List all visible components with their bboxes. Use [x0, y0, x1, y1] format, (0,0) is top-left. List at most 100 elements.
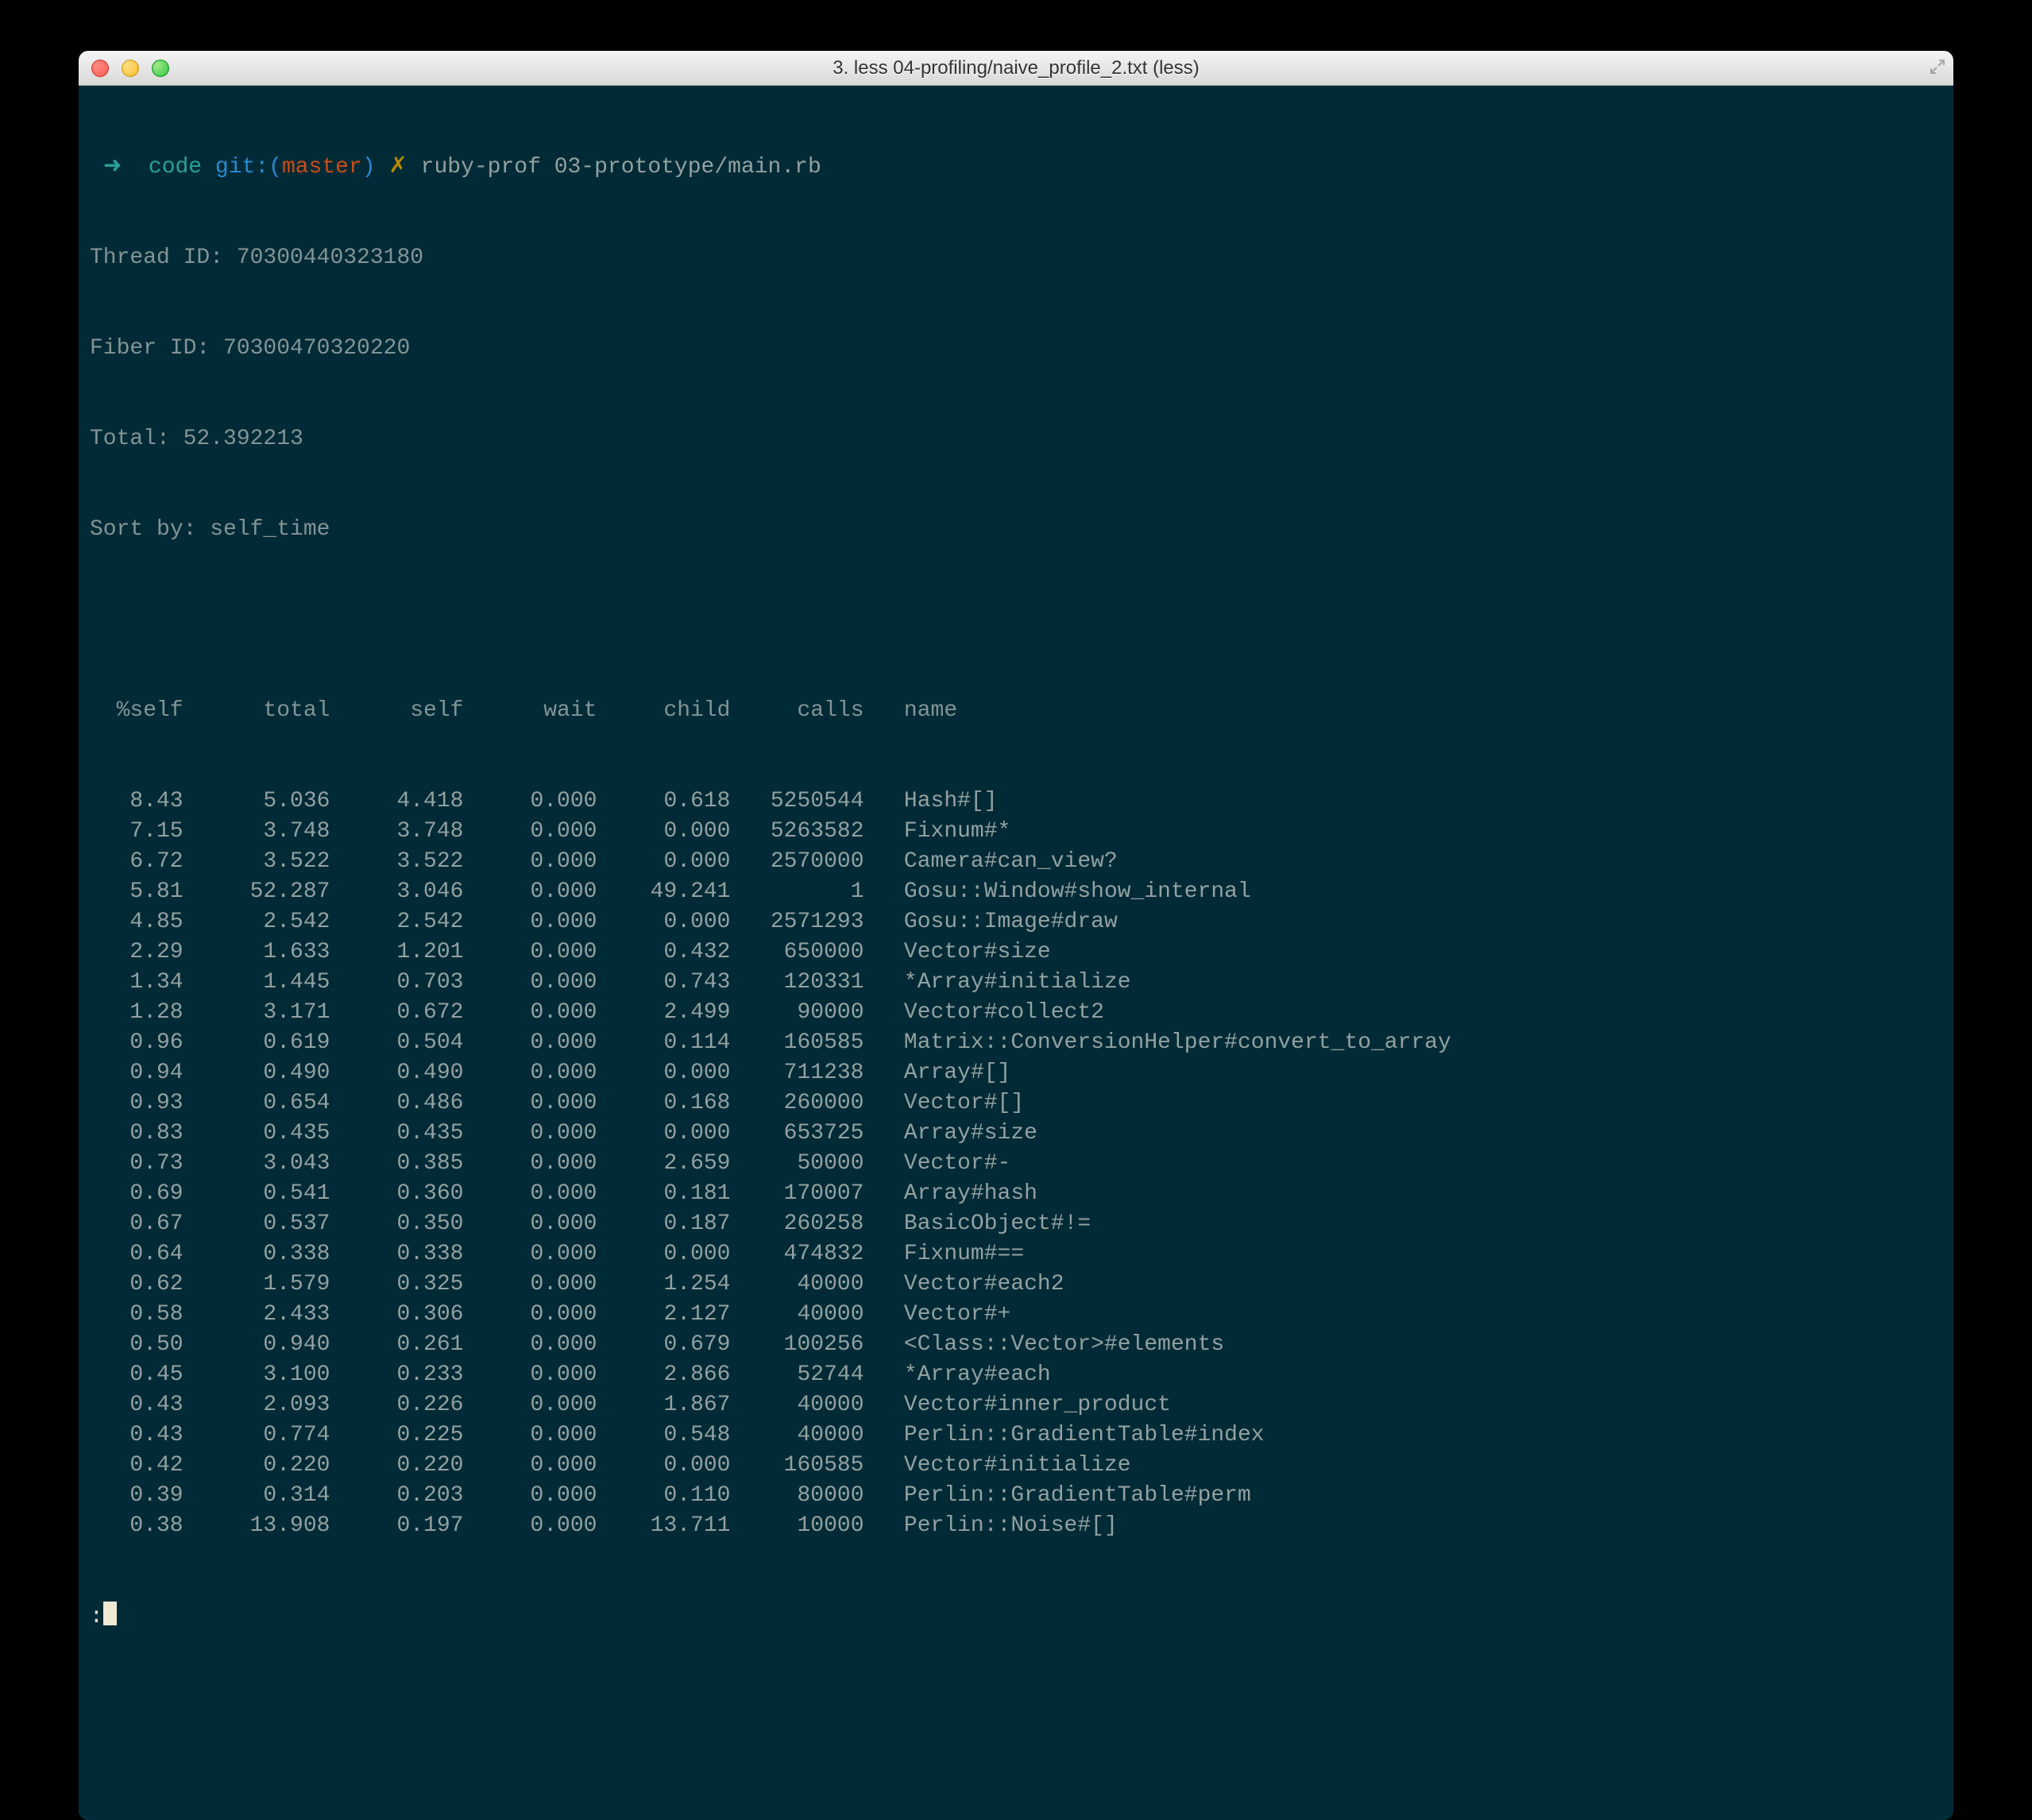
- cell-wait: 0.000: [463, 907, 597, 937]
- cell-calls: 653725: [730, 1119, 863, 1149]
- cell-total: 0.654: [183, 1088, 330, 1119]
- cell-self: 0.233: [330, 1360, 463, 1390]
- cell-name: Fixnum#*: [864, 817, 1011, 847]
- cell-total: 3.522: [183, 847, 330, 877]
- cell-calls: 650000: [730, 937, 863, 968]
- cell-wait: 0.000: [463, 968, 597, 998]
- title-bar[interactable]: 3. less 04-profiling/naive_profile_2.txt…: [79, 51, 1953, 86]
- table-row: 5.8152.2873.0460.00049.2411Gosu::Window#…: [90, 877, 1942, 907]
- less-status-line[interactable]: :: [90, 1602, 1942, 1633]
- cell-child: 0.114: [597, 1028, 730, 1058]
- cell-total: 0.338: [183, 1239, 330, 1269]
- cell-total: 1.579: [183, 1269, 330, 1300]
- cell-wait: 0.000: [463, 1209, 597, 1239]
- cell-total: 52.287: [183, 877, 330, 907]
- cell-wait: 0.000: [463, 1028, 597, 1058]
- cell-self: 0.226: [330, 1390, 463, 1420]
- cell-total: 3.100: [183, 1360, 330, 1390]
- cell-total: 0.541: [183, 1179, 330, 1209]
- col-calls: calls: [730, 696, 863, 726]
- cell-self: 0.325: [330, 1269, 463, 1300]
- cell-child: 1.867: [597, 1390, 730, 1420]
- table-row: 0.940.4900.4900.0000.000711238Array#[]: [90, 1058, 1942, 1088]
- cell-wait: 0.000: [463, 1481, 597, 1511]
- cell-child: 0.432: [597, 937, 730, 968]
- cell-child: 1.254: [597, 1269, 730, 1300]
- cell-calls: 80000: [730, 1481, 863, 1511]
- cell-wait: 0.000: [463, 877, 597, 907]
- command-text: ruby-prof 03-prototype/main.rb: [421, 155, 821, 180]
- cell-name: Camera#can_view?: [864, 847, 1118, 877]
- cell-self: 0.703: [330, 968, 463, 998]
- table-row: 2.291.6331.2010.0000.432650000Vector#siz…: [90, 937, 1942, 968]
- terminal-viewport[interactable]: ➜ code git:(master) ✗ ruby-prof 03-proto…: [79, 86, 1953, 1820]
- cell-child: 0.168: [597, 1088, 730, 1119]
- cell-total: 3.043: [183, 1149, 330, 1179]
- col-wait: wait: [463, 696, 597, 726]
- cell-self_pct: 0.64: [90, 1239, 183, 1269]
- cell-name: Vector#initialize: [864, 1451, 1131, 1481]
- git-branch: master: [282, 155, 362, 180]
- cell-self: 0.203: [330, 1481, 463, 1511]
- cell-self: 3.522: [330, 847, 463, 877]
- cell-child: 0.000: [597, 847, 730, 877]
- cell-name: Perlin::GradientTable#index: [864, 1420, 1265, 1451]
- shell-prompt: ➜ code git:(master) ✗ ruby-prof 03-proto…: [90, 153, 1942, 183]
- minimize-icon[interactable]: [122, 60, 139, 77]
- cell-child: 0.679: [597, 1330, 730, 1360]
- cell-total: 3.171: [183, 998, 330, 1028]
- table-row: 0.582.4330.3060.0002.12740000Vector#+: [90, 1300, 1942, 1330]
- cell-calls: 160585: [730, 1451, 863, 1481]
- cell-calls: 40000: [730, 1420, 863, 1451]
- table-row: 0.3813.9080.1970.00013.71110000Perlin::N…: [90, 1511, 1942, 1541]
- table-row: 0.453.1000.2330.0002.86652744*Array#each: [90, 1360, 1942, 1390]
- fullscreen-icon[interactable]: [1930, 59, 1945, 75]
- cell-name: Gosu::Window#show_internal: [864, 877, 1251, 907]
- col-self-pct: %self: [90, 696, 183, 726]
- cell-name: Perlin::GradientTable#perm: [864, 1481, 1251, 1511]
- cell-child: 0.000: [597, 1239, 730, 1269]
- cell-calls: 160585: [730, 1028, 863, 1058]
- table-row: 8.435.0364.4180.0000.6185250544Hash#[]: [90, 786, 1942, 817]
- cell-child: 0.548: [597, 1420, 730, 1451]
- cell-total: 0.435: [183, 1119, 330, 1149]
- cell-calls: 50000: [730, 1149, 863, 1179]
- cell-total: 0.774: [183, 1420, 330, 1451]
- cell-calls: 170007: [730, 1179, 863, 1209]
- cell-self: 0.435: [330, 1119, 463, 1149]
- cell-wait: 0.000: [463, 817, 597, 847]
- cell-total: 0.537: [183, 1209, 330, 1239]
- cell-self_pct: 0.50: [90, 1330, 183, 1360]
- zoom-icon[interactable]: [152, 60, 169, 77]
- cell-child: 0.187: [597, 1209, 730, 1239]
- cell-self_pct: 0.83: [90, 1119, 183, 1149]
- close-icon[interactable]: [91, 60, 109, 77]
- cell-calls: 260000: [730, 1088, 863, 1119]
- cell-name: Vector#[]: [864, 1088, 1025, 1119]
- col-name: name: [864, 696, 958, 726]
- table-row: 0.500.9400.2610.0000.679100256<Class::Ve…: [90, 1330, 1942, 1360]
- cell-child: 2.659: [597, 1149, 730, 1179]
- cell-wait: 0.000: [463, 1300, 597, 1330]
- cell-wait: 0.000: [463, 1269, 597, 1300]
- cell-calls: 5250544: [730, 786, 863, 817]
- cell-total: 0.314: [183, 1481, 330, 1511]
- cell-calls: 40000: [730, 1300, 863, 1330]
- cell-wait: 0.000: [463, 847, 597, 877]
- prompt-arrow-icon: ➜: [103, 155, 122, 180]
- cell-self_pct: 6.72: [90, 847, 183, 877]
- cell-name: Array#hash: [864, 1179, 1037, 1209]
- cell-wait: 0.000: [463, 1330, 597, 1360]
- git-label: git:(: [215, 155, 282, 180]
- cell-wait: 0.000: [463, 1058, 597, 1088]
- cell-name: Fixnum#==: [864, 1239, 1025, 1269]
- cell-child: 0.618: [597, 786, 730, 817]
- cell-calls: 1: [730, 877, 863, 907]
- table-row: 0.960.6190.5040.0000.114160585Matrix::Co…: [90, 1028, 1942, 1058]
- cell-calls: 52744: [730, 1360, 863, 1390]
- cell-calls: 40000: [730, 1390, 863, 1420]
- cell-total: 0.490: [183, 1058, 330, 1088]
- cell-child: 0.000: [597, 1119, 730, 1149]
- cell-total: 2.093: [183, 1390, 330, 1420]
- table-row: 0.930.6540.4860.0000.168260000Vector#[]: [90, 1088, 1942, 1119]
